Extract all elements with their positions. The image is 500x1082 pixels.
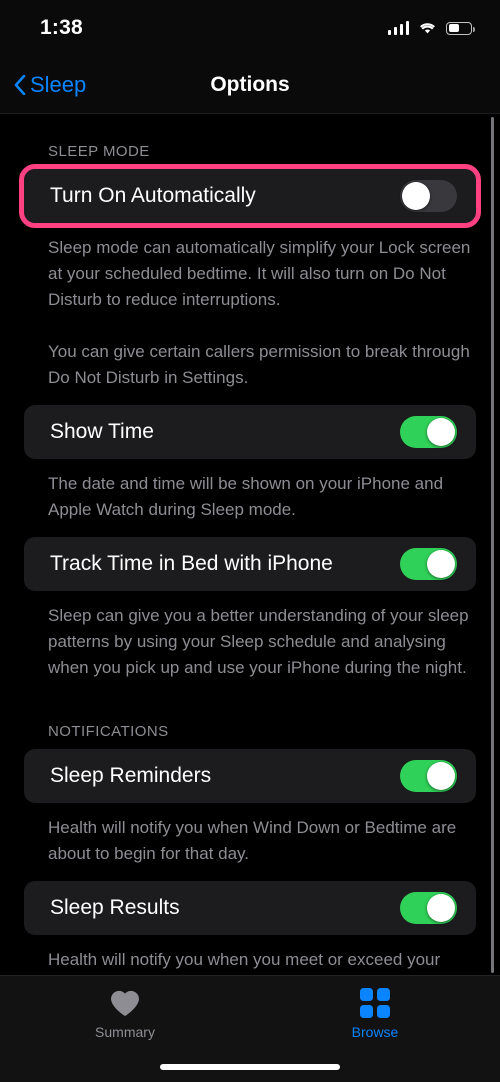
cellular-bars-icon (387, 21, 409, 35)
battery-icon (446, 21, 475, 35)
toggle-knob (427, 550, 455, 578)
toggle-switch[interactable] (400, 760, 457, 792)
status-bar-indicators (387, 21, 475, 35)
heart-icon (111, 990, 139, 1016)
toggle-switch[interactable] (400, 416, 457, 448)
section-header: SLEEP MODE (48, 143, 150, 160)
tab-browse-label: Browse (351, 1024, 399, 1040)
settings-row-footer: Health will notify you when you meet or … (48, 950, 441, 969)
navigation-bar: Sleep Options (0, 56, 500, 114)
grid-squares-icon (360, 988, 390, 1018)
toggle-switch[interactable] (400, 548, 457, 580)
settings-sections: SLEEP MODE Turn On Automatically Sleep mod… (0, 115, 500, 975)
settings-row[interactable]: Show Time (24, 405, 476, 459)
toggle-switch[interactable] (400, 892, 457, 924)
tab-summary-label: Summary (95, 1024, 155, 1040)
status-bar-clock: 1:38 (40, 16, 83, 39)
settings-row-footer: The date and time will be shown on your … (48, 474, 447, 519)
settings-row-label: Track Time in Bed with iPhone (50, 552, 333, 575)
back-button-label: Sleep (30, 71, 87, 97)
toggle-knob (402, 182, 430, 210)
settings-row-label: Sleep Results (50, 896, 180, 919)
settings-row[interactable]: Sleep Results (24, 881, 476, 935)
toggle-knob (427, 762, 455, 790)
settings-row[interactable]: Turn On Automatically (19, 164, 481, 228)
section-header: NOTIFICATIONS (48, 723, 169, 740)
chevron-left-icon (14, 74, 26, 95)
toggle-switch[interactable] (400, 180, 457, 212)
vertical-scrollbar[interactable] (491, 117, 494, 973)
back-button[interactable]: Sleep (14, 72, 86, 98)
settings-row-label: Turn On Automatically (50, 184, 256, 207)
settings-row-footer: Health will notify you when Wind Down or… (48, 818, 461, 863)
settings-row-label: Show Time (50, 420, 154, 443)
settings-row-footer: Sleep mode can automatically simplify yo… (48, 238, 471, 387)
iphone-screen: 1:38 Sleep Options SLEEP MODE Turn On Aut… (0, 0, 500, 1082)
settings-row-footer: Sleep can give you a better understandin… (48, 606, 474, 677)
settings-row[interactable]: Sleep Reminders (24, 749, 476, 803)
toggle-knob (427, 894, 455, 922)
toggle-knob (427, 418, 455, 446)
tab-bar: Summary Browse (0, 975, 500, 1082)
settings-scroll-area[interactable]: SLEEP MODE Turn On Automatically Sleep mod… (0, 115, 500, 975)
status-bar: 1:38 (0, 0, 500, 56)
home-indicator (160, 1064, 340, 1070)
settings-row-label: Sleep Reminders (50, 764, 212, 787)
wifi-icon (420, 23, 435, 34)
settings-row[interactable]: Track Time in Bed with iPhone (24, 537, 476, 591)
